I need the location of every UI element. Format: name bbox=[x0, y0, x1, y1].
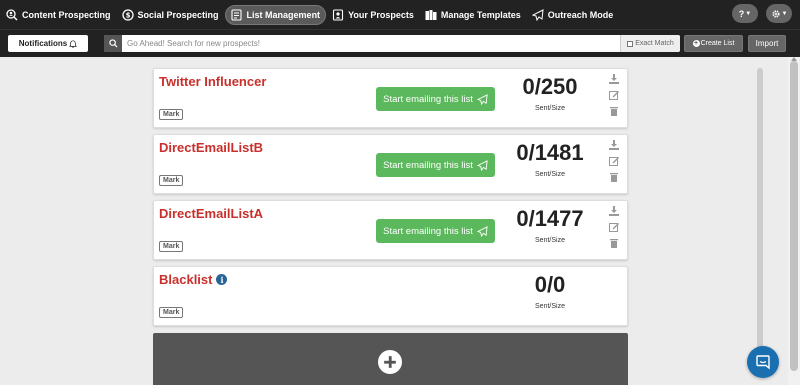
nav-label: Outreach Mode bbox=[547, 9, 614, 20]
start-emailing-button[interactable]: Start emailing this list bbox=[376, 87, 495, 111]
sent-size-count: 0/1481 bbox=[516, 140, 584, 165]
nav-social-prospecting[interactable]: $ Social Prospecting bbox=[117, 5, 224, 25]
gear-icon bbox=[771, 9, 780, 18]
list-name: DirectEmailListB bbox=[159, 140, 264, 155]
settings-button[interactable]: ▼ bbox=[766, 4, 792, 23]
help-button[interactable]: ? ▼ bbox=[732, 4, 758, 23]
svg-text:$: $ bbox=[125, 11, 130, 19]
exact-match-checkbox[interactable] bbox=[627, 40, 634, 47]
nav-label: Content Prospecting bbox=[22, 9, 111, 20]
start-emailing-label: Start emailing this list bbox=[383, 225, 473, 237]
search-button[interactable] bbox=[104, 35, 122, 52]
nav-manage-templates[interactable]: Manage Templates bbox=[420, 5, 526, 25]
list-title[interactable]: DirectEmailListB bbox=[159, 140, 263, 155]
chat-dollar-icon: $ bbox=[121, 8, 134, 21]
start-emailing-button[interactable]: Start emailing this list bbox=[376, 153, 495, 177]
paper-plane-icon bbox=[531, 8, 544, 21]
notifications-label: Notifications bbox=[18, 39, 68, 48]
nav-content-prospecting[interactable]: Content Prospecting bbox=[1, 5, 116, 25]
owner-tag: Mark bbox=[159, 109, 184, 120]
nav-label: Your Prospects bbox=[348, 9, 414, 20]
trash-icon[interactable] bbox=[609, 238, 619, 248]
download-icon[interactable] bbox=[609, 206, 619, 216]
download-icon[interactable] bbox=[609, 140, 619, 150]
chat-widget-button[interactable] bbox=[747, 346, 779, 378]
plus-circle-icon: + bbox=[692, 40, 700, 47]
paper-plane-icon bbox=[476, 93, 488, 105]
nav-outreach-mode[interactable]: Outreach Mode bbox=[527, 5, 619, 25]
sent-size-count: 0/1477 bbox=[516, 206, 584, 231]
info-icon[interactable]: i bbox=[216, 274, 228, 285]
search-bar: Exact Match bbox=[104, 35, 680, 52]
trash-icon[interactable] bbox=[609, 172, 619, 182]
exact-match-toggle[interactable]: Exact Match bbox=[620, 35, 680, 52]
list-card: Blacklist i Mark 0/0 Sent/Size bbox=[153, 266, 628, 326]
scroll-thumb[interactable] bbox=[790, 61, 798, 371]
import-button[interactable]: Import bbox=[748, 35, 786, 52]
create-list-button[interactable]: + Create List bbox=[684, 35, 743, 52]
owner-tag: Mark bbox=[159, 241, 184, 252]
list-edit-icon bbox=[230, 8, 242, 21]
search-people-icon bbox=[6, 8, 18, 21]
import-label: Import bbox=[755, 39, 779, 48]
create-list-label: Create List bbox=[700, 40, 735, 47]
list-name: DirectEmailListA bbox=[159, 206, 264, 221]
nav-list-management[interactable]: List Management bbox=[224, 4, 327, 25]
search-icon bbox=[108, 39, 118, 48]
start-emailing-label: Start emailing this list bbox=[383, 159, 473, 171]
nav-right-controls: ? ▼ ▼ bbox=[732, 4, 800, 23]
nav-label: Social Prospecting bbox=[137, 9, 219, 20]
sent-size-count: 0/250 bbox=[522, 74, 578, 99]
templates-icon bbox=[425, 9, 437, 20]
help-label: ? bbox=[738, 8, 745, 19]
edit-icon[interactable] bbox=[609, 156, 619, 166]
sent-size-label: Sent/Size bbox=[535, 105, 565, 112]
list-title[interactable]: Blacklist i bbox=[159, 272, 228, 287]
edit-icon[interactable] bbox=[609, 90, 619, 100]
contact-card-icon bbox=[333, 8, 344, 21]
sent-size-label: Sent/Size bbox=[535, 303, 565, 310]
download-icon[interactable] bbox=[609, 74, 619, 84]
notifications-button[interactable]: Notifications bbox=[8, 35, 88, 52]
owner-tag: Mark bbox=[159, 175, 184, 186]
edit-icon[interactable] bbox=[609, 222, 619, 232]
bell-icon bbox=[69, 39, 78, 48]
list-name: Blacklist bbox=[159, 272, 213, 287]
search-input[interactable] bbox=[122, 35, 620, 52]
exact-match-label: Exact Match bbox=[635, 40, 674, 47]
nav-label: Manage Templates bbox=[440, 9, 521, 20]
list-card: DirectEmailListB Mark Start emailing thi… bbox=[153, 134, 628, 194]
search-toolbar: Notifications Exact Match + Create List … bbox=[0, 29, 800, 57]
list-card: DirectEmailListA Mark Start emailing thi… bbox=[153, 200, 628, 260]
page-scrollbar[interactable] bbox=[788, 57, 800, 385]
add-list-button[interactable] bbox=[378, 350, 402, 374]
trash-icon[interactable] bbox=[609, 106, 619, 116]
sent-size-label: Sent/Size bbox=[535, 237, 565, 244]
chevron-down-icon: ▼ bbox=[781, 10, 788, 17]
owner-tag: Mark bbox=[159, 307, 184, 318]
paper-plane-icon bbox=[476, 225, 488, 237]
chevron-down-icon: ▼ bbox=[745, 10, 752, 17]
start-emailing-label: Start emailing this list bbox=[383, 93, 473, 105]
paper-plane-icon bbox=[476, 159, 488, 171]
list-title[interactable]: Twitter Influencer bbox=[159, 74, 266, 89]
list-card: Twitter Influencer Mark Start emailing t… bbox=[153, 68, 628, 128]
nav-label: List Management bbox=[246, 9, 321, 20]
list-name: Twitter Influencer bbox=[159, 74, 267, 89]
list-actions bbox=[609, 74, 621, 122]
list-title[interactable]: DirectEmailListA bbox=[159, 206, 263, 221]
nav-your-prospects[interactable]: Your Prospects bbox=[327, 5, 419, 25]
plus-icon bbox=[384, 356, 396, 368]
start-emailing-button[interactable]: Start emailing this list bbox=[376, 219, 495, 243]
chat-icon bbox=[756, 355, 770, 370]
sent-size-count: 0/0 bbox=[534, 272, 566, 297]
sent-size-label: Sent/Size bbox=[535, 171, 565, 178]
list-actions bbox=[609, 140, 621, 188]
list-actions bbox=[609, 206, 621, 254]
content-scrollbar[interactable] bbox=[757, 68, 763, 368]
add-list-panel bbox=[153, 333, 628, 385]
top-nav: Content Prospecting $ Social Prospecting… bbox=[0, 0, 800, 29]
